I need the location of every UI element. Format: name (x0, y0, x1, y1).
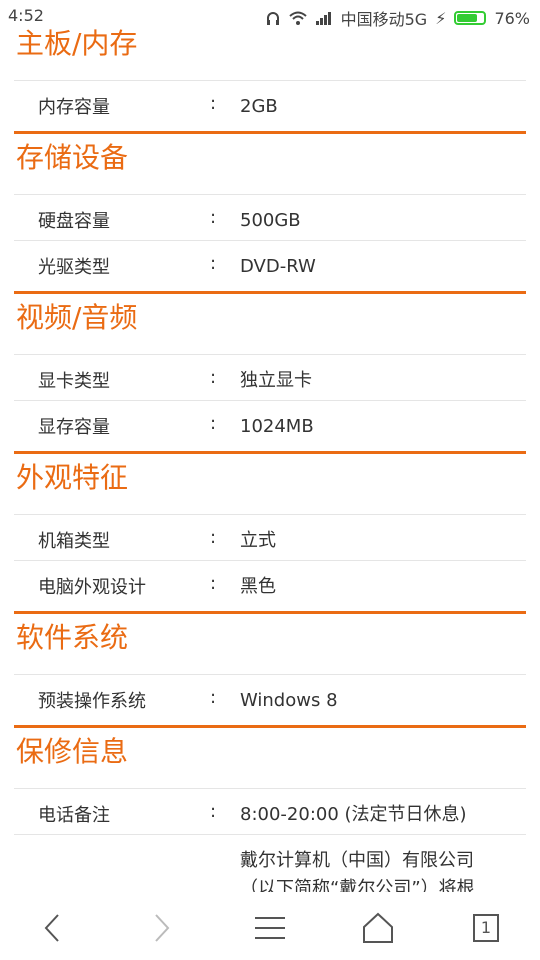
section-title: 软件系统 (16, 621, 129, 654)
spec-label: 内存容量 (38, 97, 110, 118)
menu-icon (254, 915, 286, 941)
spec-colon: : (210, 573, 217, 594)
spec-label: 机箱类型 (38, 531, 110, 552)
spec-label: 电脑外观设计 (38, 577, 146, 598)
spec-label: 硬盘容量 (38, 211, 110, 232)
spec-value: 1024MB (240, 416, 314, 437)
chevron-left-icon (40, 913, 64, 943)
spec-label: 预装操作系统 (38, 691, 146, 712)
spec-row: 电话备注: 8:00-20:00 (法定节日休息) (14, 788, 526, 835)
section-title: 主板/内存 (16, 27, 138, 60)
spec-colon: : (210, 253, 217, 274)
forward-button[interactable] (140, 906, 184, 950)
spec-colon: : (210, 367, 217, 388)
spec-value: 立式 (240, 530, 276, 551)
spec-value: 500GB (240, 210, 301, 231)
bottom-nav: 1 (0, 892, 540, 960)
section-title: 保修信息 (16, 735, 129, 768)
tabs-button[interactable]: 1 (464, 906, 508, 950)
tabs-count: 1 (480, 918, 492, 937)
tabs-icon: 1 (473, 914, 499, 942)
spec-value: Windows 8 (240, 690, 338, 711)
spec-colon: : (210, 687, 217, 708)
spec-row: 预装操作系统: Windows 8 (14, 674, 526, 721)
chevron-right-icon (150, 913, 174, 943)
spec-row: 内存容量: 2GB (14, 80, 526, 127)
section-title: 视频/音频 (16, 301, 138, 334)
spec-value: DVD-RW (240, 256, 316, 277)
spec-label: 显存容量 (38, 417, 110, 438)
spec-value: 2GB (240, 96, 278, 117)
section-title: 存储设备 (16, 141, 129, 174)
warranty-text-line2: （以下简称“戴尔公司”）将根 (240, 878, 475, 892)
spec-value: 黑色 (240, 576, 276, 597)
spec-colon: : (210, 93, 217, 114)
section-title: 外观特征 (16, 461, 129, 494)
spec-row: 光驱类型: DVD-RW (14, 240, 526, 287)
spec-label: 光驱类型 (38, 257, 110, 278)
spec-colon: : (210, 413, 217, 434)
spec-value: 独立显卡 (240, 370, 312, 391)
spec-row: 显存容量: 1024MB (14, 400, 526, 447)
spec-colon: : (210, 527, 217, 548)
spec-row: 显卡类型: 独立显卡 (14, 354, 526, 401)
spec-label: 显卡类型 (38, 371, 110, 392)
spec-row: 电脑外观设计: 黑色 (14, 560, 526, 607)
spec-colon: : (210, 801, 217, 822)
spec-label: 电话备注 (38, 805, 110, 826)
spec-value-multiline: 戴尔计算机（中国）有限公司 （以下简称“戴尔公司”）将根 (240, 847, 530, 892)
spec-row: 硬盘容量: 500GB (14, 194, 526, 241)
spec-row-continuation: 戴尔计算机（中国）有限公司 （以下简称“戴尔公司”）将根 (14, 834, 526, 892)
back-button[interactable] (30, 906, 74, 950)
warranty-text-line1: 戴尔计算机（中国）有限公司 (240, 850, 474, 871)
spec-colon: : (210, 207, 217, 228)
home-button[interactable] (356, 906, 400, 950)
spec-row: 机箱类型: 立式 (14, 514, 526, 561)
spec-content: 主板/内存内存容量: 2GB 存储设备硬盘容量: 500GB 光驱类型: DVD-RW 视频… (0, 20, 540, 892)
spec-value: 8:00-20:00 (法定节日休息) (240, 804, 467, 825)
home-icon (362, 912, 394, 944)
menu-button[interactable] (248, 906, 292, 950)
